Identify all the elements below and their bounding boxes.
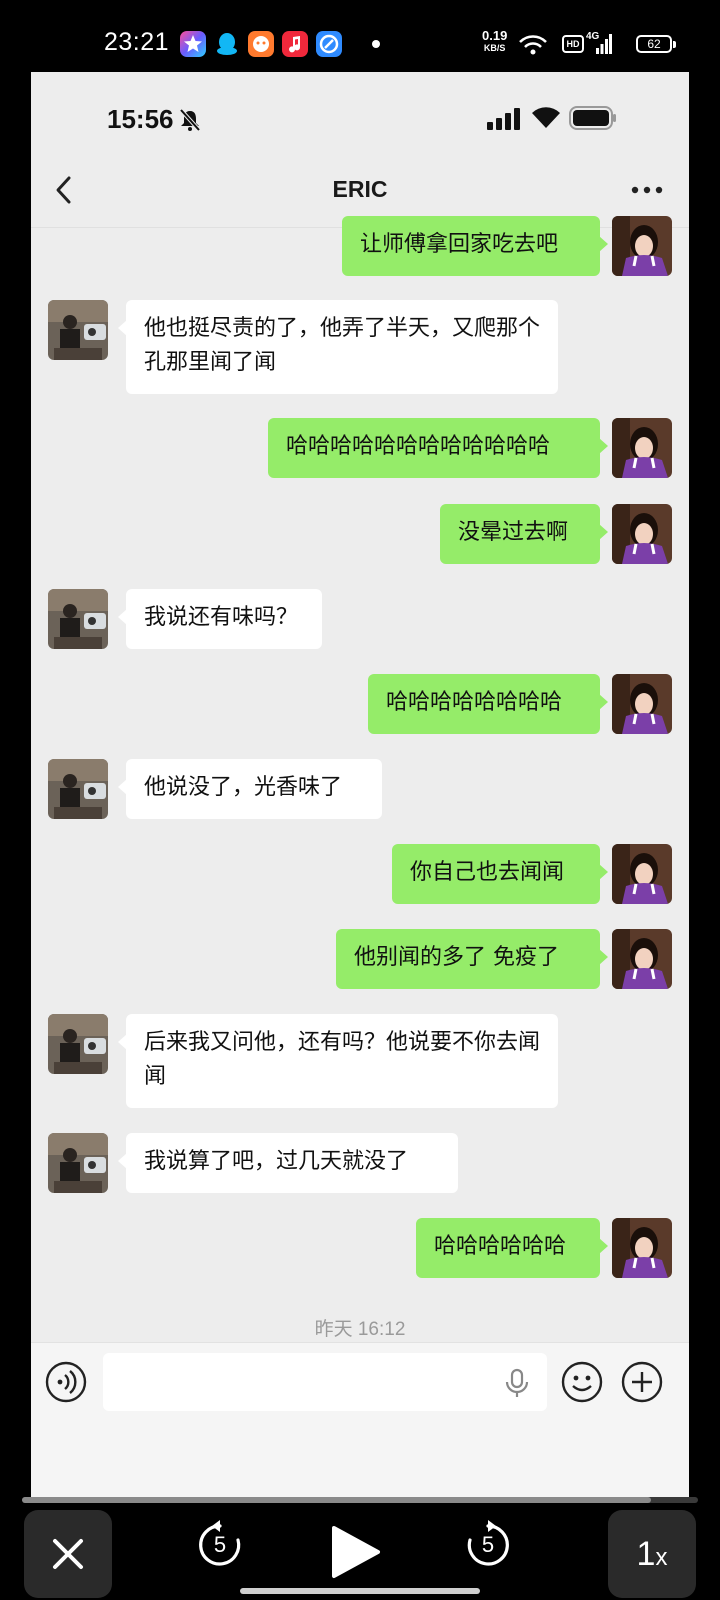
my-avatar[interactable]	[612, 216, 672, 276]
cellular-signal-icon	[596, 34, 612, 54]
close-button[interactable]	[24, 1510, 112, 1598]
forward-button[interactable]: 5	[462, 1518, 514, 1570]
my-avatar[interactable]	[612, 418, 672, 478]
play-icon	[332, 1526, 380, 1578]
network-type-label: 4G	[586, 31, 600, 42]
input-bar	[31, 1342, 689, 1500]
message-row-sent: 没晕过去啊	[31, 504, 689, 564]
sent-message-bubble[interactable]: 让师傅拿回家吃去吧	[342, 216, 608, 276]
chat-screen: 15:56 ERIC 让师傅拿回家吃去吧 他也挺尽责的了，他弄了半天，又爬那个孔那…	[31, 72, 689, 1500]
qq-penguin-icon	[214, 31, 240, 57]
message-row-sent: 你自己也去闻闻	[31, 844, 689, 904]
sent-message-bubble[interactable]: 哈哈哈哈哈哈	[416, 1218, 608, 1278]
network-speed: 0.19 KB/S	[482, 28, 508, 54]
playback-speed-button[interactable]: 1x	[608, 1510, 696, 1598]
contact-avatar[interactable]	[48, 1133, 108, 1193]
music-app-icon	[282, 31, 308, 57]
rewind-seconds: 5	[213, 1532, 227, 1557]
plus-icon[interactable]	[621, 1361, 663, 1403]
message-row-received: 我说还有味吗？	[31, 589, 689, 649]
my-avatar[interactable]	[612, 1218, 672, 1278]
sent-message-bubble[interactable]: 哈哈哈哈哈哈哈哈哈哈哈哈	[268, 418, 608, 478]
message-input[interactable]	[103, 1353, 547, 1411]
star-app-icon	[180, 31, 206, 57]
sent-message-bubble[interactable]: 没晕过去啊	[440, 504, 608, 564]
my-avatar[interactable]	[612, 929, 672, 989]
received-message-bubble[interactable]: 我说还有味吗？	[118, 589, 322, 649]
message-row-sent: 他别闻的多了 免疫了	[31, 929, 689, 989]
forward-seconds: 5	[481, 1532, 495, 1557]
received-message-bubble[interactable]: 后来我又问他，还有吗？他说要不你去闻闻	[118, 1014, 558, 1108]
voice-input-icon[interactable]	[45, 1361, 87, 1403]
message-row-sent: 让师傅拿回家吃去吧	[31, 216, 689, 276]
home-indicator	[240, 1588, 480, 1594]
emoji-icon[interactable]	[561, 1361, 603, 1403]
close-icon	[53, 1539, 83, 1569]
network-speed-value: 0.19	[482, 28, 508, 43]
wifi-icon	[519, 35, 547, 55]
received-message-bubble[interactable]: 他也挺尽责的了，他弄了半天，又爬那个孔那里闻了闻	[118, 300, 558, 394]
microphone-icon[interactable]	[503, 1368, 531, 1398]
message-row-sent: 哈哈哈哈哈哈哈哈哈哈哈哈	[31, 418, 689, 478]
contact-avatar[interactable]	[48, 589, 108, 649]
browser-app-icon	[316, 31, 342, 57]
sent-message-bubble[interactable]: 他别闻的多了 免疫了	[336, 929, 608, 989]
device-status-bar: 23:21 0.19 KB/S HD 4G 62	[0, 0, 720, 72]
battery-indicator: 62	[636, 35, 676, 53]
notification-dot	[372, 40, 380, 48]
contact-avatar[interactable]	[48, 1014, 108, 1074]
playback-progress-bar[interactable]	[22, 1497, 698, 1503]
contact-avatar[interactable]	[48, 300, 108, 360]
contact-avatar[interactable]	[48, 759, 108, 819]
hd-badge: HD	[562, 35, 584, 53]
my-avatar[interactable]	[612, 674, 672, 734]
message-row-sent: 哈哈哈哈哈哈	[31, 1218, 689, 1278]
message-row-received: 我说算了吧，过几天就没了	[31, 1133, 689, 1193]
received-message-bubble[interactable]: 他说没了，光香味了	[118, 759, 382, 819]
device-clock: 23:21	[104, 28, 170, 56]
speed-value: 1	[636, 1535, 656, 1573]
message-list[interactable]: 让师傅拿回家吃去吧 他也挺尽责的了，他弄了半天，又爬那个孔那里闻了闻 哈哈哈哈哈哈哈…	[31, 72, 689, 1352]
chat-app-icon	[248, 31, 274, 57]
message-row-received: 他说没了，光香味了	[31, 759, 689, 819]
my-avatar[interactable]	[612, 844, 672, 904]
my-avatar[interactable]	[612, 504, 672, 564]
rewind-button[interactable]: 5	[194, 1518, 246, 1570]
network-speed-unit: KB/S	[483, 43, 506, 53]
sent-message-bubble[interactable]: 你自己也去闻闻	[392, 844, 608, 904]
play-button[interactable]	[330, 1524, 382, 1580]
received-message-bubble[interactable]: 我说算了吧，过几天就没了	[118, 1133, 458, 1193]
message-row-received: 后来我又问他，还有吗？他说要不你去闻闻	[31, 1014, 689, 1108]
playback-progress-fill	[22, 1497, 651, 1503]
speed-suffix: x	[655, 1544, 668, 1571]
message-timestamp: 昨天 16:12	[314, 1319, 406, 1340]
message-row-received: 他也挺尽责的了，他弄了半天，又爬那个孔那里闻了闻	[31, 300, 689, 394]
message-row-sent: 哈哈哈哈哈哈哈哈	[31, 674, 689, 734]
sent-message-bubble[interactable]: 哈哈哈哈哈哈哈哈	[368, 674, 608, 734]
